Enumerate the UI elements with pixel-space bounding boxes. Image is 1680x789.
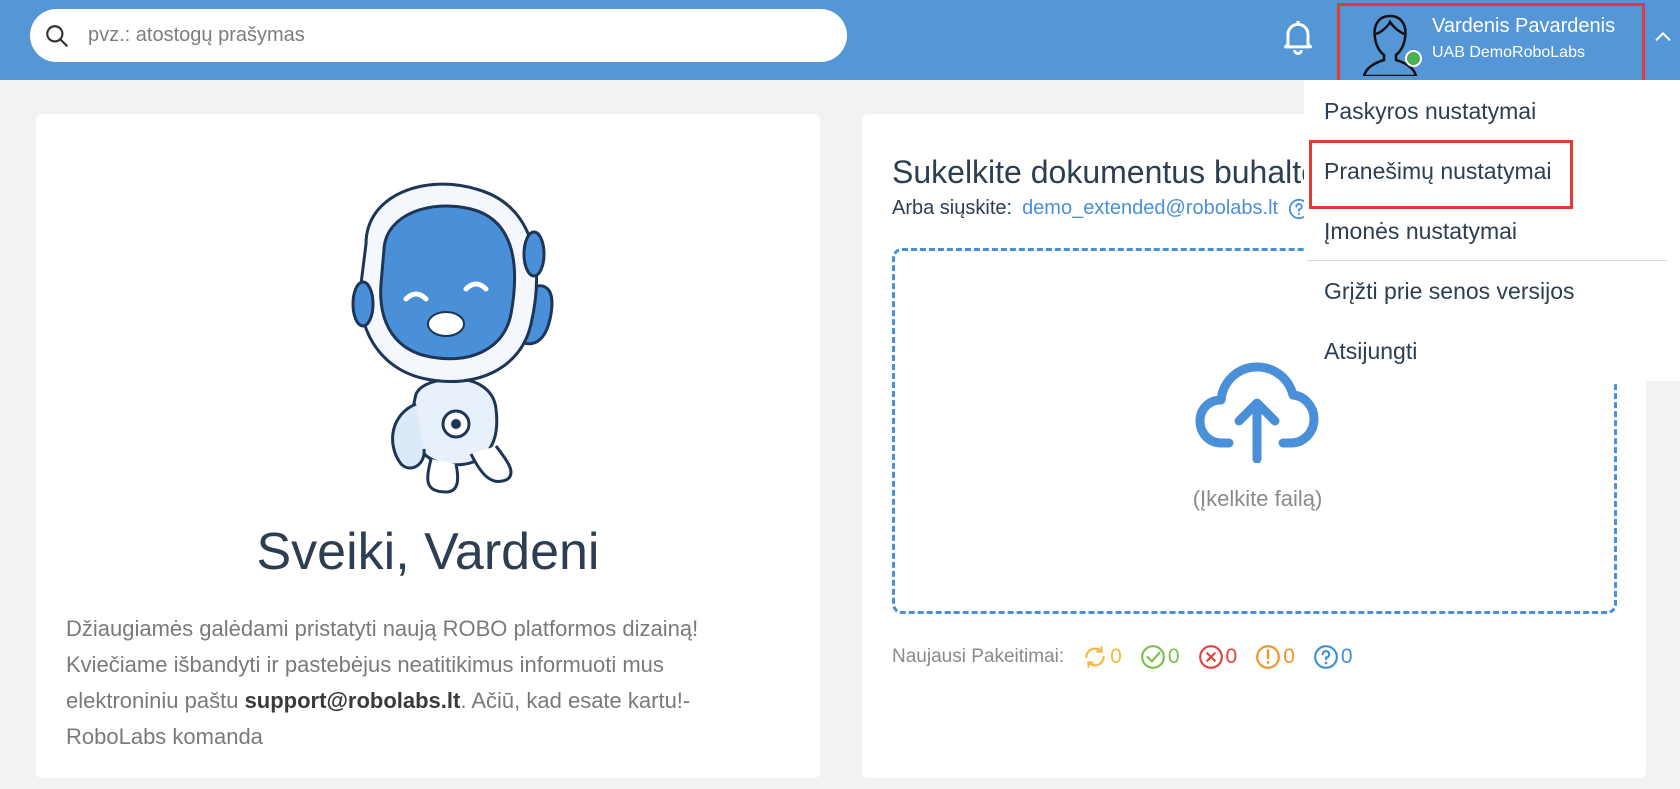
x-circle-icon (1198, 645, 1223, 669)
welcome-card: Sveiki, Vardeni Džiaugiamės galėdami pri… (36, 114, 820, 778)
check-circle-icon (1140, 645, 1165, 669)
menu-item-logout[interactable]: Atsijungti (1324, 338, 1417, 365)
dropzone-label: (Įkelkite failą) (1192, 486, 1323, 511)
stat-processing[interactable]: 0 (1082, 644, 1122, 670)
stat-unknown[interactable]: 0 (1313, 644, 1353, 670)
search-input[interactable] (88, 24, 788, 47)
stat-processing-value: 0 (1110, 645, 1122, 668)
welcome-text: Džiaugiamės galėdami pristatyti naują RO… (66, 611, 766, 755)
upload-title: Sukelkite dokumentus buhalte (892, 154, 1319, 190)
stat-warning-value: 0 (1283, 645, 1295, 668)
menu-item-account-settings[interactable]: Paskyros nustatymai (1324, 98, 1536, 125)
stat-unknown-value: 0 (1340, 645, 1353, 668)
bell-icon[interactable] (1278, 16, 1318, 56)
stat-approved[interactable]: 0 (1140, 644, 1180, 670)
welcome-title: Sveiki, Vardeni (256, 523, 600, 581)
chevron-up-icon[interactable] (1652, 26, 1674, 48)
stat-rejected-value: 0 (1225, 645, 1238, 668)
menu-item-old-version[interactable]: Grįžti prie senos versijos (1324, 278, 1575, 305)
menu-item-company-settings[interactable]: Įmonės nustatymai (1324, 218, 1517, 245)
support-email: support@robolabs.lt (244, 688, 461, 713)
exclamation-circle-icon (1256, 645, 1281, 669)
highlight-box (1309, 140, 1573, 209)
cloud-upload-icon (1195, 362, 1319, 463)
recent-changes-label: Naujausi Pakeitimai: (892, 646, 1065, 667)
user-company: UAB DemoRoboLabs (1432, 44, 1585, 61)
search-icon (46, 24, 68, 47)
send-label: Arba siųskite: (892, 197, 1013, 219)
menu-divider (1307, 260, 1667, 261)
online-status-dot (1405, 50, 1422, 67)
user-name: Vardenis Pavardenis (1432, 15, 1616, 37)
user-menu-toggle[interactable]: Vardenis Pavardenis UAB DemoRoboLabs (1337, 3, 1645, 86)
sync-icon (1085, 646, 1105, 668)
stat-approved-value: 0 (1167, 645, 1180, 668)
search-bar[interactable] (30, 9, 847, 62)
stat-rejected[interactable]: 0 (1198, 644, 1238, 670)
send-email-link[interactable]: demo_extended@robolabs.lt (1022, 197, 1278, 220)
question-circle-icon (1313, 645, 1338, 669)
send-row: Arba siųskite: demo_extended@robolabs.lt (892, 197, 1310, 220)
robot-mascot-illustration (351, 182, 554, 494)
recent-changes: Naujausi Pakeitimai: 0 0 0 0 0 (892, 644, 1353, 670)
stat-warning[interactable]: 0 (1255, 644, 1295, 670)
top-bar: Vardenis Pavardenis UAB DemoRoboLabs (0, 0, 1680, 86)
user-dropdown-menu: Paskyros nustatymai Pranešimų nustatymai… (1304, 80, 1680, 381)
